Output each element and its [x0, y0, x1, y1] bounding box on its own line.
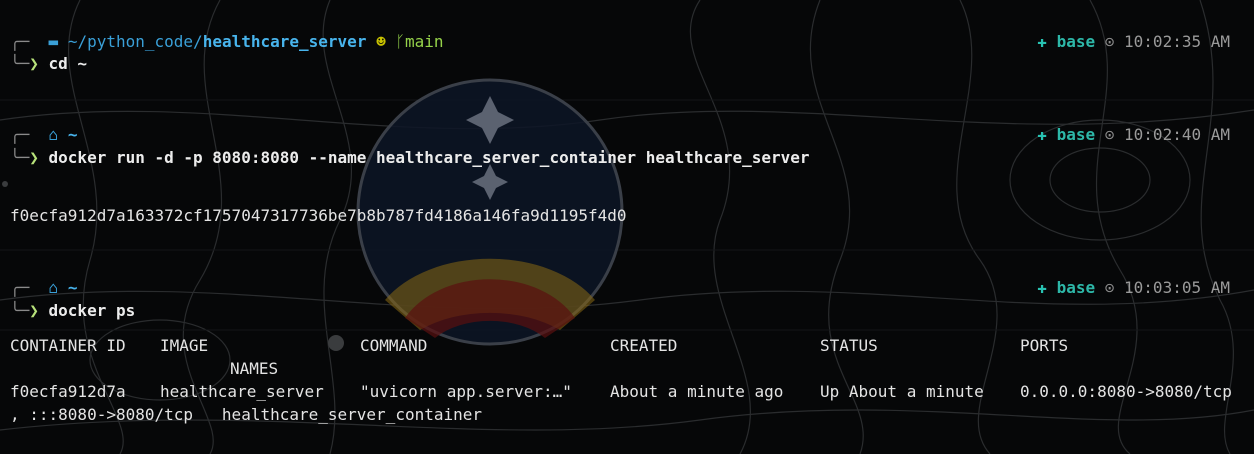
timestamp: 10:02:40 AM	[1124, 125, 1230, 144]
timestamp: 10:03:05 AM	[1124, 278, 1230, 297]
table-cell-command: "uvicorn app.server:…"	[360, 382, 572, 401]
terminal-window[interactable]: ╭─ ▬ ~/python_code/healthcare_server ☻ ᚴ…	[0, 0, 1254, 454]
clock-icon: ⊙	[1104, 125, 1115, 144]
clock-icon: ⊙	[1104, 278, 1115, 297]
path-current: ~	[67, 278, 78, 297]
python-env-icon: ✚	[1037, 125, 1047, 144]
prompt-line-1: ╭─ ▬ ~/python_code/healthcare_server ☻ ᚴ…	[10, 31, 444, 53]
command-text: docker run -d -p 8080:8080 --name health…	[48, 148, 810, 167]
prompt-line-2: ╭─ ⌂ ~	[10, 124, 77, 146]
prompt-corner: ╭─	[10, 125, 39, 144]
command-line-2[interactable]: ╰─❯ docker run -d -p 8080:8080 --name he…	[10, 147, 810, 169]
table-header-container-id: CONTAINER ID	[10, 336, 126, 355]
table-header-names: NAMES	[230, 359, 279, 378]
git-branch-icon: ᚴ	[395, 32, 405, 51]
command-line-1[interactable]: ╰─❯ cd ~	[10, 53, 87, 75]
path-current: healthcare_server	[202, 32, 367, 51]
table-header-image: IMAGE	[160, 336, 209, 355]
env-name: base	[1056, 32, 1096, 51]
command-text: cd ~	[48, 54, 88, 73]
decor-dot	[2, 181, 8, 187]
env-name: base	[1056, 278, 1096, 297]
table-cell-container-id: f0ecfa912d7a	[10, 382, 126, 401]
prompt-chevron: ❯	[29, 301, 49, 320]
prompt-chevron: ❯	[29, 54, 49, 73]
table-header-ports: PORTS	[1020, 336, 1069, 355]
prompt-corner: ╭─	[10, 278, 39, 297]
home-icon: ⌂	[48, 125, 59, 144]
table-header-command: COMMAND	[360, 336, 428, 355]
home-icon: ⌂	[48, 278, 59, 297]
table-cell-ports: 0.0.0.0:8080->8080/tcp	[1020, 382, 1232, 401]
table-header-created: CREATED	[610, 336, 678, 355]
timestamp: 10:02:35 AM	[1124, 32, 1230, 51]
git-branch-name: main	[404, 32, 444, 51]
github-icon: ☻	[376, 32, 386, 51]
prompt-chevron: ❯	[29, 148, 49, 167]
prompt-right-3: ✚ base ⊙ 10:03:05 AM	[1037, 277, 1230, 299]
env-name: base	[1056, 125, 1096, 144]
python-env-icon: ✚	[1037, 32, 1047, 51]
prompt-right-1: ✚ base ⊙ 10:02:35 AM	[1037, 31, 1230, 53]
path-prefix: ~/python_code/	[67, 32, 203, 51]
decor-dot	[328, 335, 344, 351]
python-env-icon: ✚	[1037, 278, 1047, 297]
table-cell-status: Up About a minute	[820, 382, 984, 401]
command-output-container-id: f0ecfa912d7a163372cf1757047317736be7b8b7…	[10, 206, 627, 225]
path-current: ~	[67, 125, 78, 144]
table-cell-created: About a minute ago	[610, 382, 784, 401]
table-header-status: STATUS	[820, 336, 878, 355]
folder-icon: ▬	[48, 32, 59, 51]
command-text: docker ps	[48, 301, 136, 320]
prompt-right-2: ✚ base ⊙ 10:02:40 AM	[1037, 124, 1230, 146]
table-cell-wrap: , :::8080->8080/tcp healthcare_server_co…	[10, 405, 483, 424]
command-line-3[interactable]: ╰─❯ docker ps	[10, 300, 135, 322]
clock-icon: ⊙	[1104, 32, 1115, 51]
prompt-line-3: ╭─ ⌂ ~	[10, 277, 77, 299]
table-cell-image: healthcare_server	[160, 382, 324, 401]
prompt-corner: ╭─	[10, 32, 39, 51]
